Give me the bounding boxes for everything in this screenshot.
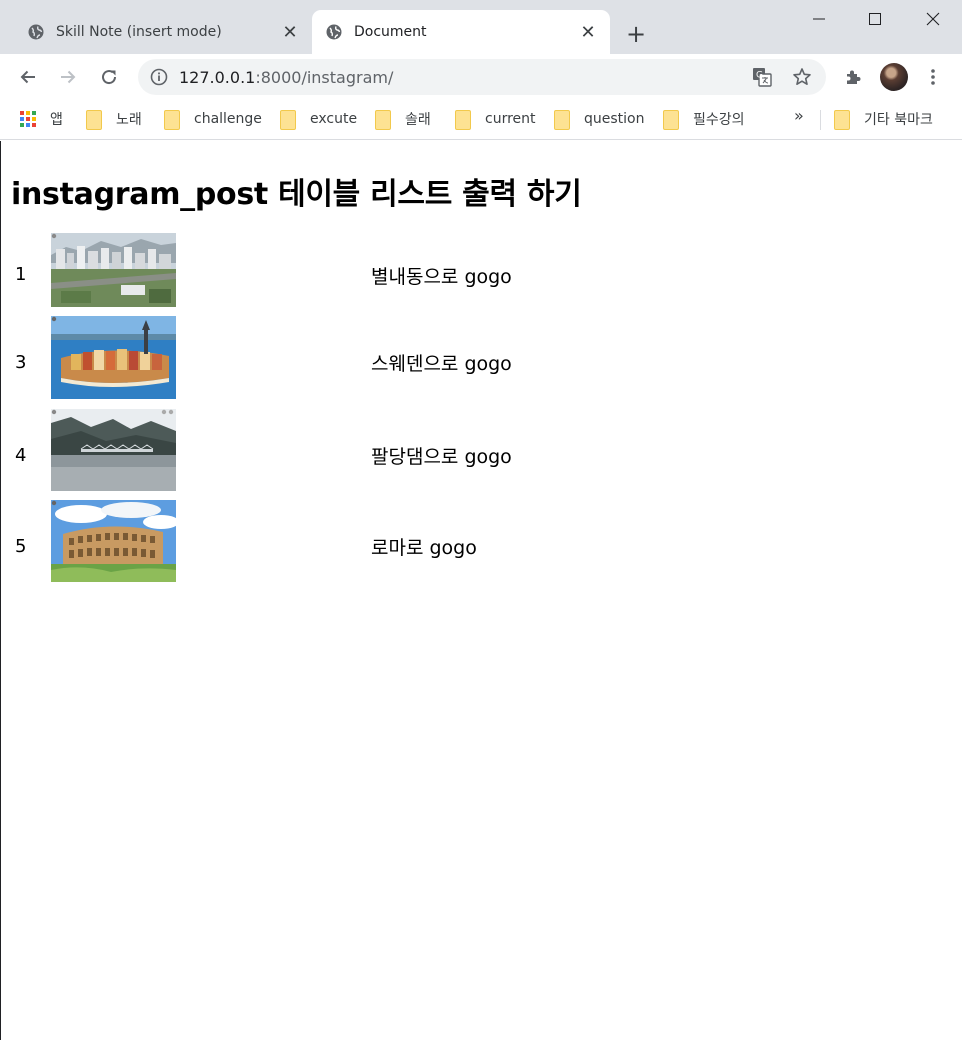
tab-title: Document: [354, 24, 427, 40]
bookmark-folder[interactable]: challenge: [164, 108, 262, 130]
bookmarks-bar: 앱 노래 challenge excute 솔래 current questio…: [0, 100, 962, 140]
stockholm-old-town-photo: [51, 316, 176, 399]
bookmarks-overflow-button[interactable]: »: [794, 106, 804, 125]
browser-toolbar: 127.0.0.1:8000/instagram/ G: [0, 54, 962, 100]
globe-icon: [28, 24, 44, 40]
back-arrow-icon[interactable]: [13, 62, 43, 92]
table-row: 4 팔당댐으로 gogo: [1, 409, 962, 491]
bookmark-other-folder[interactable]: 기타 북마크: [834, 108, 933, 130]
tab-close-icon[interactable]: ✕: [578, 22, 598, 43]
bookmark-folder[interactable]: excute: [280, 108, 357, 130]
bookmark-label: current: [485, 111, 536, 127]
tab-close-icon[interactable]: ✕: [280, 22, 300, 43]
maximize-icon[interactable]: [846, 0, 904, 38]
folder-icon: [455, 110, 471, 130]
bookmark-label: question: [584, 111, 645, 127]
table-row: 5 로마로 gogo: [1, 500, 962, 582]
table-row: 1 별내동으로 gogo: [1, 233, 962, 307]
star-icon[interactable]: [792, 67, 812, 87]
close-icon[interactable]: [904, 0, 962, 38]
folder-icon: [554, 110, 570, 130]
city-skyline-photo: [51, 233, 176, 307]
bookmark-apps[interactable]: 앱: [20, 108, 63, 130]
paldang-dam-photo: [51, 409, 176, 491]
post-id: 1: [15, 264, 27, 285]
folder-icon: [375, 110, 391, 130]
post-caption: 팔당댐으로 gogo: [371, 446, 512, 468]
url-path: :8000/instagram/: [255, 68, 394, 87]
translate-icon[interactable]: G: [752, 67, 772, 87]
page-title: instagram_post 테이블 리스트 출력 하기: [11, 177, 582, 212]
tab-document[interactable]: Document ✕: [312, 10, 610, 54]
post-id: 3: [15, 352, 27, 373]
apps-grid-icon: [20, 111, 36, 127]
bookmark-folder[interactable]: 필수강의: [663, 108, 745, 130]
bookmark-folder[interactable]: 노래: [86, 108, 142, 130]
tab-skill-note[interactable]: Skill Note (insert mode) ✕: [0, 10, 312, 54]
plus-icon[interactable]: +: [622, 20, 650, 48]
kebab-menu-icon[interactable]: [918, 62, 948, 92]
bookmark-folder[interactable]: current: [455, 108, 536, 130]
bookmark-label: excute: [310, 111, 358, 127]
bookmark-label: 필수강의: [693, 112, 745, 128]
globe-icon: [326, 24, 342, 40]
folder-icon: [86, 110, 102, 130]
avatar[interactable]: [880, 63, 908, 91]
page-content: instagram_post 테이블 리스트 출력 하기 1 별내동으로 gog…: [0, 141, 962, 1040]
url-host: 127.0.0.1: [179, 68, 256, 87]
folder-icon: [164, 110, 180, 130]
tab-strip: Skill Note (insert mode) ✕ Document ✕ +: [0, 0, 962, 54]
extensions-icon[interactable]: [838, 62, 868, 92]
forward-arrow-icon[interactable]: [53, 62, 83, 92]
url-text[interactable]: 127.0.0.1:8000/instagram/: [179, 68, 393, 87]
reload-icon[interactable]: [94, 62, 124, 92]
folder-icon: [280, 110, 296, 130]
bookmark-folder[interactable]: 솔래: [375, 108, 431, 130]
post-caption: 로마로 gogo: [371, 537, 477, 559]
folder-icon: [834, 110, 850, 130]
table-row: 3 스웨덴으로 gogo: [1, 316, 962, 399]
tab-title: Skill Note (insert mode): [56, 24, 222, 40]
svg-text:G: G: [756, 71, 763, 81]
bookmark-separator: [820, 110, 821, 130]
minimize-icon[interactable]: [790, 0, 848, 38]
post-id: 4: [15, 445, 27, 466]
bookmark-folder[interactable]: question: [554, 108, 644, 130]
address-bar[interactable]: 127.0.0.1:8000/instagram/ G: [138, 59, 826, 95]
post-id: 5: [15, 536, 27, 557]
colosseum-photo: [51, 500, 176, 582]
bookmark-label: 앱: [50, 112, 63, 128]
bookmark-label: 노래: [116, 112, 142, 128]
info-icon[interactable]: [150, 68, 168, 86]
bookmark-label: 기타 북마크: [864, 112, 933, 128]
bookmark-label: challenge: [194, 111, 262, 127]
post-caption: 스웨덴으로 gogo: [371, 353, 512, 375]
folder-icon: [663, 110, 679, 130]
bookmark-label: 솔래: [405, 112, 431, 128]
post-caption: 별내동으로 gogo: [371, 266, 512, 288]
